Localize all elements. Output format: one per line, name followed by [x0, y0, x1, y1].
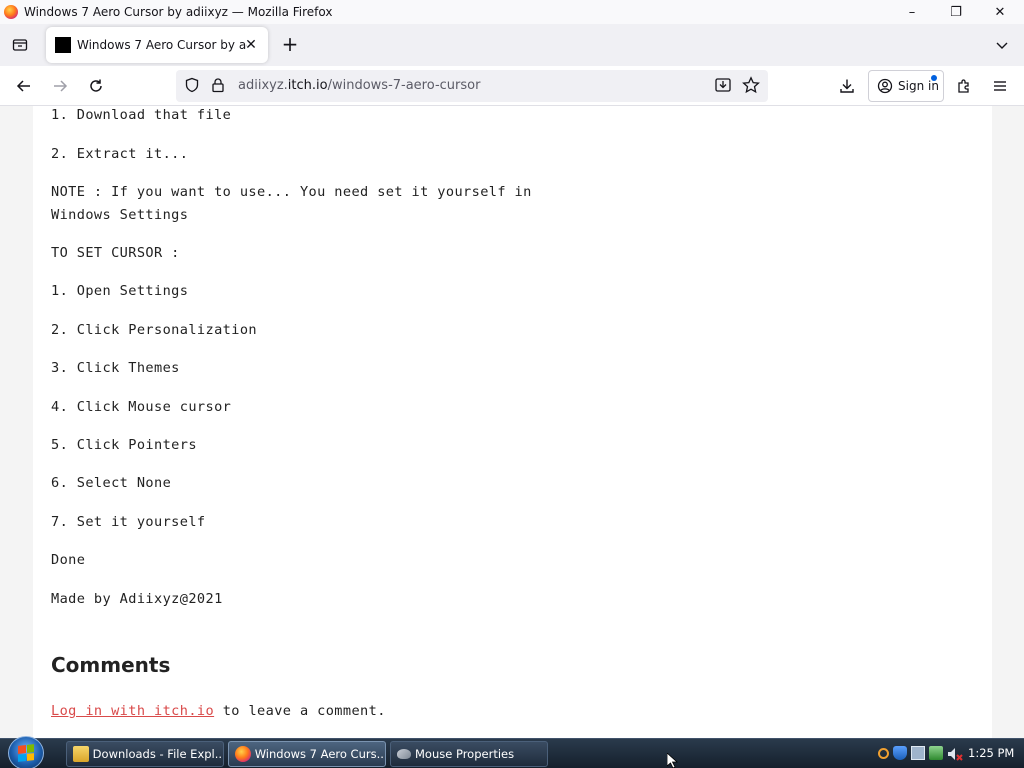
instruction-line: 3. Click Themes: [51, 360, 180, 376]
firefox-view-button[interactable]: [8, 33, 32, 57]
taskbar-item-file-explorer[interactable]: Downloads - File Expl...: [66, 741, 224, 767]
tracking-protection-icon[interactable]: [184, 77, 200, 97]
done-line: Done: [51, 552, 86, 568]
mouse-pointer-icon: [667, 753, 679, 768]
login-suffix: to leave a comment.: [214, 703, 386, 719]
section-label: TO SET CURSOR :: [51, 245, 180, 261]
navigation-toolbar: adiixyz.itch.io/windows-7-aero-cursor Si…: [0, 66, 1024, 106]
login-link[interactable]: Log in with itch.io: [51, 703, 214, 719]
credit-line: Made by Adiixyz@2021: [51, 591, 223, 607]
sign-in-button[interactable]: Sign in: [868, 70, 944, 102]
network-icon[interactable]: [911, 746, 925, 760]
downloads-button[interactable]: [833, 72, 861, 100]
page-viewport[interactable]: 1. Download that file 2. Extract it... N…: [0, 106, 1024, 738]
close-window-button[interactable]: ✕: [978, 0, 1022, 24]
note-line: NOTE : If you want to use... You need se…: [51, 184, 532, 200]
taskbar-item-label: Windows 7 Aero Curs...: [254, 747, 385, 761]
app-menu-button[interactable]: [986, 72, 1014, 100]
power-icon[interactable]: [929, 746, 943, 760]
mouse-icon: [397, 749, 411, 759]
note-line: Windows Settings: [51, 207, 189, 223]
star-icon: [742, 76, 760, 94]
taskbar-item-label: Mouse Properties: [415, 747, 515, 761]
firefox-logo-icon: [4, 5, 18, 19]
hamburger-menu-icon: [994, 81, 1006, 91]
minimize-button[interactable]: –: [890, 0, 934, 24]
windows-flag-icon: [18, 744, 34, 762]
download-icon: [840, 79, 854, 93]
back-arrow-icon: [16, 80, 30, 92]
window-title: Windows 7 Aero Cursor by adiixyz — Mozil…: [24, 5, 333, 19]
page-content: 1. Download that file 2. Extract it... N…: [33, 106, 992, 738]
chevron-down-icon: [996, 42, 1008, 49]
account-icon: [877, 78, 893, 94]
taskbar-item-firefox[interactable]: Windows 7 Aero Curs...: [228, 741, 386, 767]
tab-strip: Windows 7 Aero Cursor by adiixyz ✕ +: [0, 24, 1024, 66]
instruction-line: 1. Download that file: [51, 107, 232, 123]
instruction-line: 6. Select None: [51, 475, 172, 491]
taskbar-clock[interactable]: 1:25 PM: [968, 746, 1014, 760]
url-text[interactable]: adiixyz.itch.io/windows-7-aero-cursor: [238, 78, 480, 93]
instruction-line: 2. Extract it...: [51, 146, 189, 162]
forward-button[interactable]: [46, 72, 74, 100]
extensions-button[interactable]: [950, 72, 978, 100]
firefox-view-icon: [12, 39, 28, 51]
new-tab-button[interactable]: +: [278, 32, 302, 56]
search-icon[interactable]: [878, 747, 889, 759]
reload-icon: [90, 79, 102, 92]
tab-label: Windows 7 Aero Cursor by adiixyz: [77, 38, 247, 52]
itch-favicon-icon: [55, 37, 71, 53]
sign-in-label: Sign in: [898, 79, 939, 93]
back-button[interactable]: [10, 72, 38, 100]
instruction-line: 1. Open Settings: [51, 283, 189, 299]
start-button[interactable]: [8, 736, 44, 768]
url-bar[interactable]: adiixyz.itch.io/windows-7-aero-cursor: [176, 70, 768, 102]
windows-taskbar: Downloads - File Expl... Windows 7 Aero …: [0, 736, 1024, 768]
comment-login-prompt: Log in with itch.io to leave a comment.: [51, 703, 386, 719]
instruction-line: 2. Click Personalization: [51, 322, 258, 338]
volume-muted-icon[interactable]: [947, 746, 963, 761]
puzzle-piece-icon: [958, 79, 969, 93]
window-titlebar: Windows 7 Aero Cursor by adiixyz — Mozil…: [0, 0, 1024, 24]
lock-icon[interactable]: [210, 77, 226, 97]
instruction-line: 5. Click Pointers: [51, 437, 197, 453]
bookmark-star-button[interactable]: [742, 76, 760, 98]
system-tray: [878, 746, 963, 761]
taskbar-item-label: Downloads - File Expl...: [92, 747, 223, 761]
shield-icon[interactable]: [893, 746, 907, 760]
tab-close-button[interactable]: ✕: [242, 36, 260, 54]
tab-windows-7-aero-cursor[interactable]: Windows 7 Aero Cursor by adiixyz ✕: [46, 27, 268, 63]
reload-button[interactable]: [82, 72, 110, 100]
save-to-pocket-button[interactable]: [714, 76, 732, 98]
instruction-line: 4. Click Mouse cursor: [51, 399, 232, 415]
notification-dot: [931, 75, 937, 81]
restore-button[interactable]: ❐: [934, 0, 978, 24]
list-all-tabs-button[interactable]: [990, 33, 1014, 57]
instruction-line: 7. Set it yourself: [51, 514, 206, 530]
firefox-icon: [235, 746, 251, 762]
taskbar-item-mouse-properties[interactable]: Mouse Properties: [390, 741, 548, 767]
page-action-download-icon: [715, 78, 731, 92]
forward-arrow-icon: [54, 80, 68, 92]
comments-heading: Comments: [51, 653, 171, 677]
folder-icon: [73, 746, 89, 762]
